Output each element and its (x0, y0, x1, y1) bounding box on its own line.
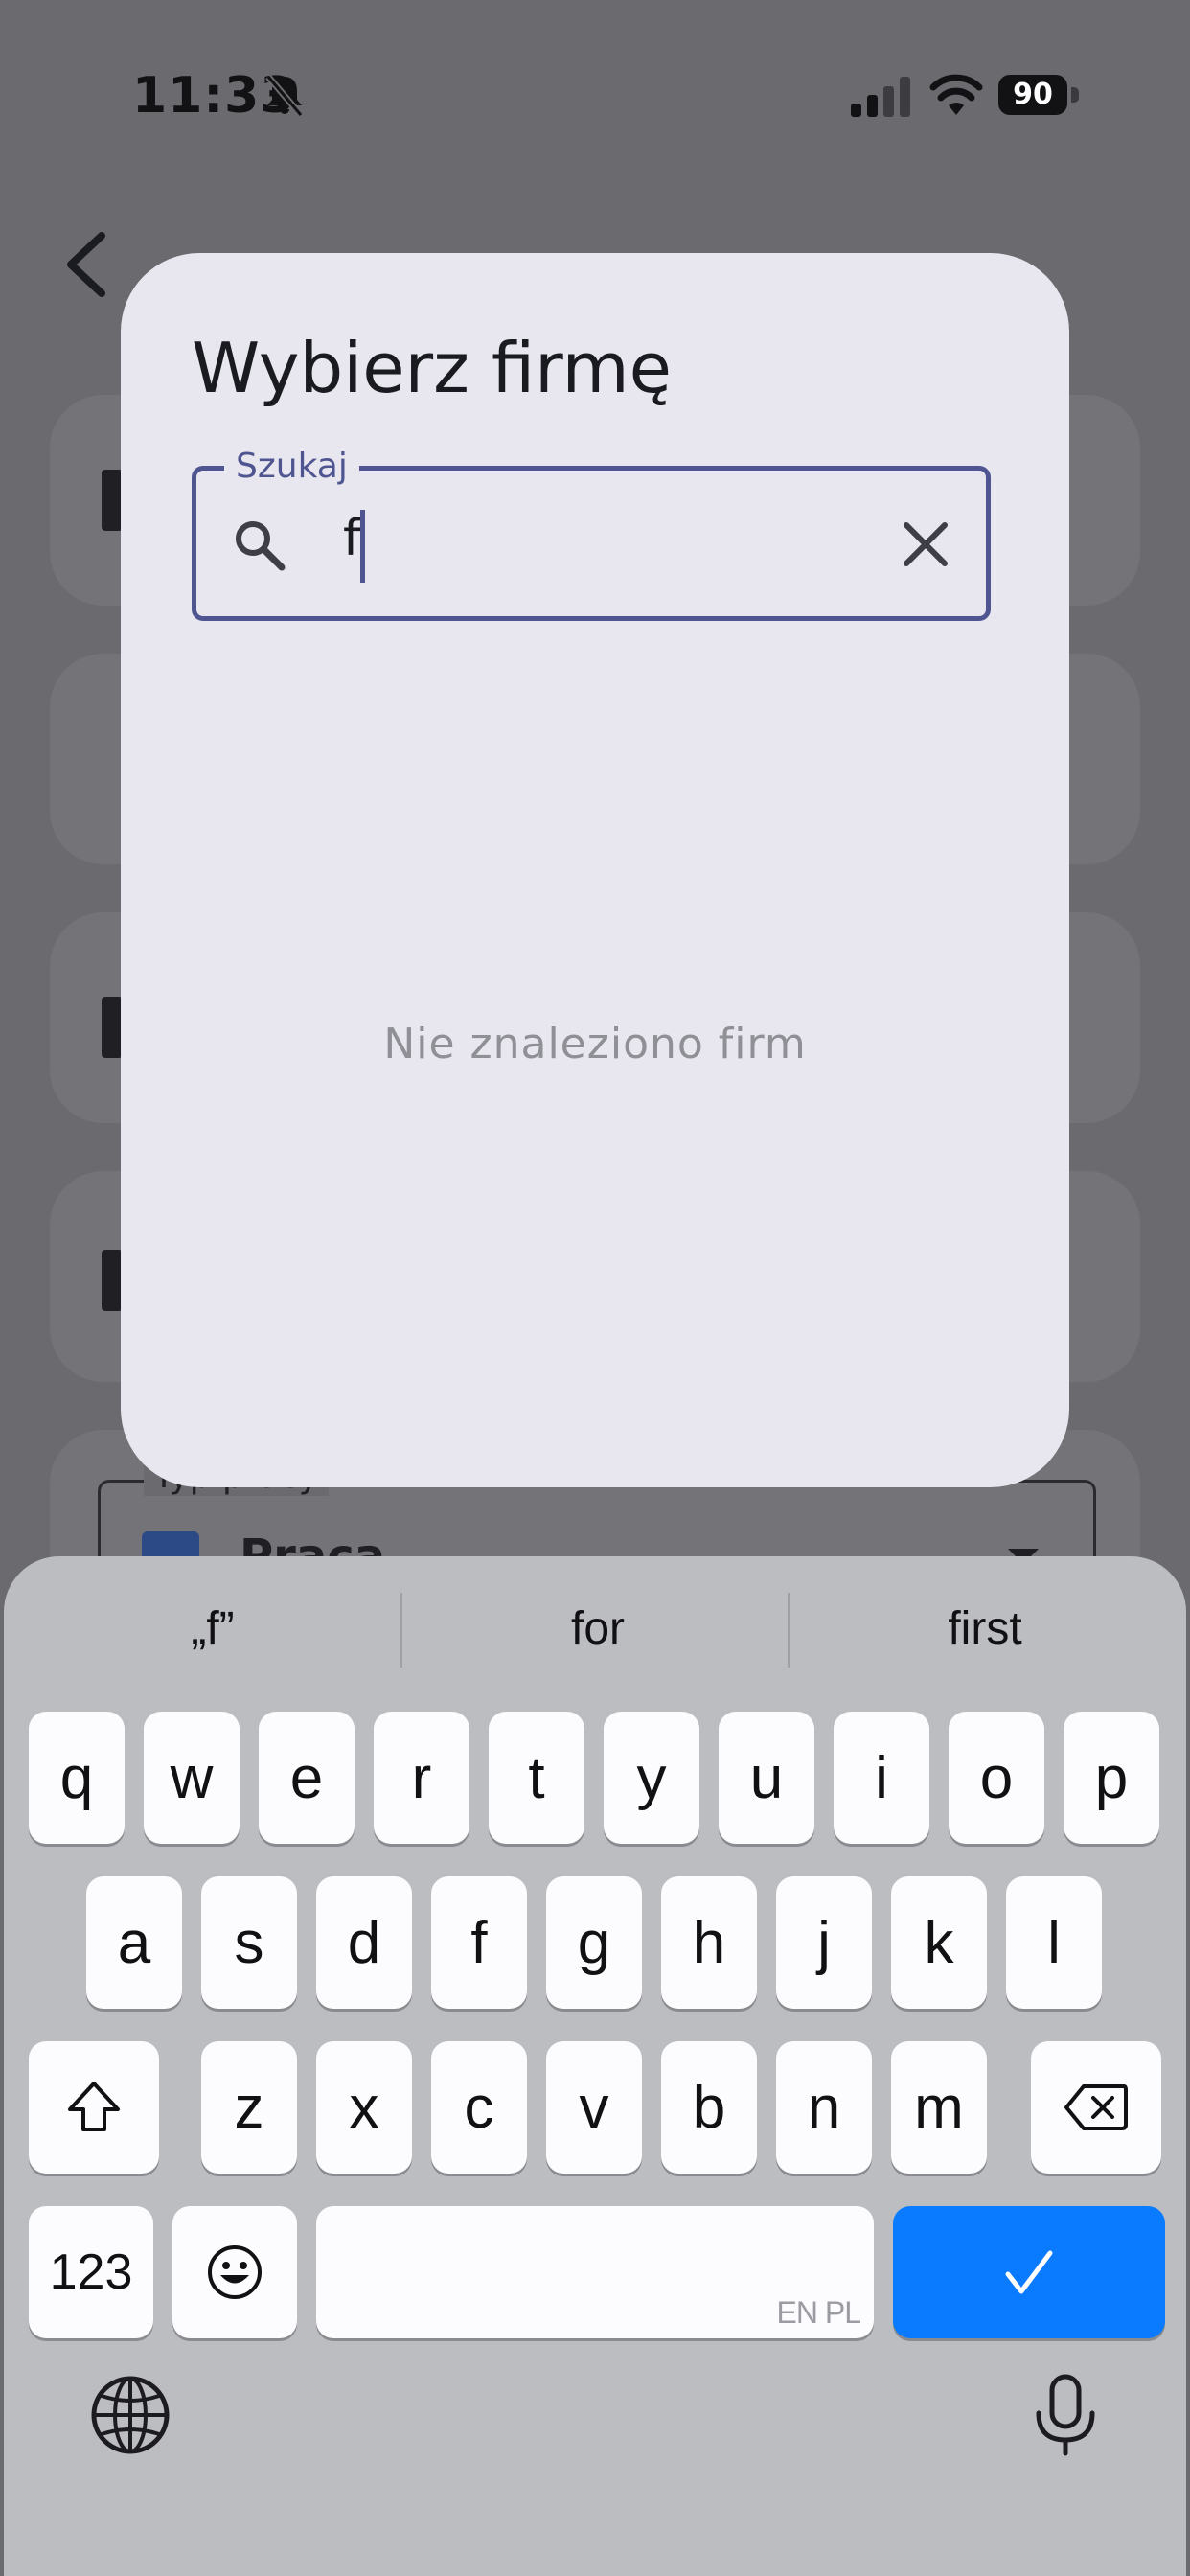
battery-tip (1071, 87, 1079, 103)
key-q[interactable]: q (29, 1712, 125, 1844)
key-f[interactable]: f (431, 1876, 527, 2009)
key-z[interactable]: z (201, 2041, 297, 2174)
key-t[interactable]: t (489, 1712, 584, 1844)
key-c[interactable]: c (431, 2041, 527, 2174)
backspace-icon (1064, 2084, 1128, 2130)
suggestion-divider (788, 1593, 790, 1668)
search-label: Szukaj (224, 447, 359, 486)
key-m[interactable]: m (891, 2041, 987, 2174)
dialog-title: Wybierz firmę (192, 328, 672, 408)
battery-indicator: 90 (998, 75, 1079, 115)
signal-icon (851, 77, 910, 117)
bell-muted-icon (265, 74, 304, 118)
key-i[interactable]: i (834, 1712, 929, 1844)
done-key[interactable] (893, 2206, 1165, 2338)
key-j[interactable]: j (776, 1876, 872, 2009)
microphone-icon[interactable] (1023, 2373, 1108, 2457)
wifi-icon (929, 74, 983, 115)
key-r[interactable]: r (374, 1712, 469, 1844)
suggestion-quoted[interactable]: „f” (19, 1602, 406, 1666)
backspace-key[interactable] (1031, 2041, 1161, 2174)
keyboard-languages: EN PL (776, 2295, 861, 2330)
on-screen-keyboard: „f” for first q w e r t y u i o p a s d … (4, 1556, 1186, 2576)
key-v[interactable]: v (546, 2041, 642, 2174)
numbers-key[interactable]: 123 (29, 2206, 153, 2338)
key-e[interactable]: e (259, 1712, 355, 1844)
suggestion-first[interactable]: first (791, 1602, 1179, 1666)
calendar-icon (102, 470, 123, 531)
emoji-icon (208, 2245, 262, 2299)
select-company-dialog: Wybierz firmę Szukaj f Nie znaleziono fi… (121, 253, 1069, 1487)
building-icon (102, 1250, 123, 1311)
key-s[interactable]: s (201, 1876, 297, 2009)
search-input[interactable] (192, 466, 991, 621)
key-h[interactable]: h (661, 1876, 757, 2009)
checkmark-icon (1005, 2250, 1053, 2294)
shift-icon (68, 2082, 120, 2131)
key-b[interactable]: b (661, 2041, 757, 2174)
key-l[interactable]: l (1006, 1876, 1102, 2009)
key-p[interactable]: p (1064, 1712, 1159, 1844)
key-a[interactable]: a (86, 1876, 182, 2009)
key-y[interactable]: y (604, 1712, 699, 1844)
battery-level: 90 (998, 75, 1067, 115)
key-n[interactable]: n (776, 2041, 872, 2174)
empty-state-message: Nie znaleziono firm (383, 1020, 807, 1069)
text-cursor (360, 510, 365, 583)
key-o[interactable]: o (949, 1712, 1044, 1844)
suggestion-divider (400, 1593, 402, 1668)
key-u[interactable]: u (719, 1712, 814, 1844)
back-chevron-icon[interactable] (61, 230, 111, 299)
suggestion-for[interactable]: for (404, 1602, 791, 1666)
shift-key[interactable] (29, 2041, 159, 2174)
space-key[interactable]: EN PL (316, 2206, 874, 2338)
key-x[interactable]: x (316, 2041, 412, 2174)
globe-icon[interactable] (88, 2373, 172, 2457)
emoji-key[interactable] (172, 2206, 297, 2338)
key-w[interactable]: w (144, 1712, 240, 1844)
search-value: f (343, 510, 361, 567)
key-g[interactable]: g (546, 1876, 642, 2009)
close-icon[interactable] (901, 519, 950, 569)
building-icon (102, 997, 123, 1058)
key-k[interactable]: k (891, 1876, 987, 2009)
key-d[interactable]: d (316, 1876, 412, 2009)
search-icon (236, 521, 286, 571)
